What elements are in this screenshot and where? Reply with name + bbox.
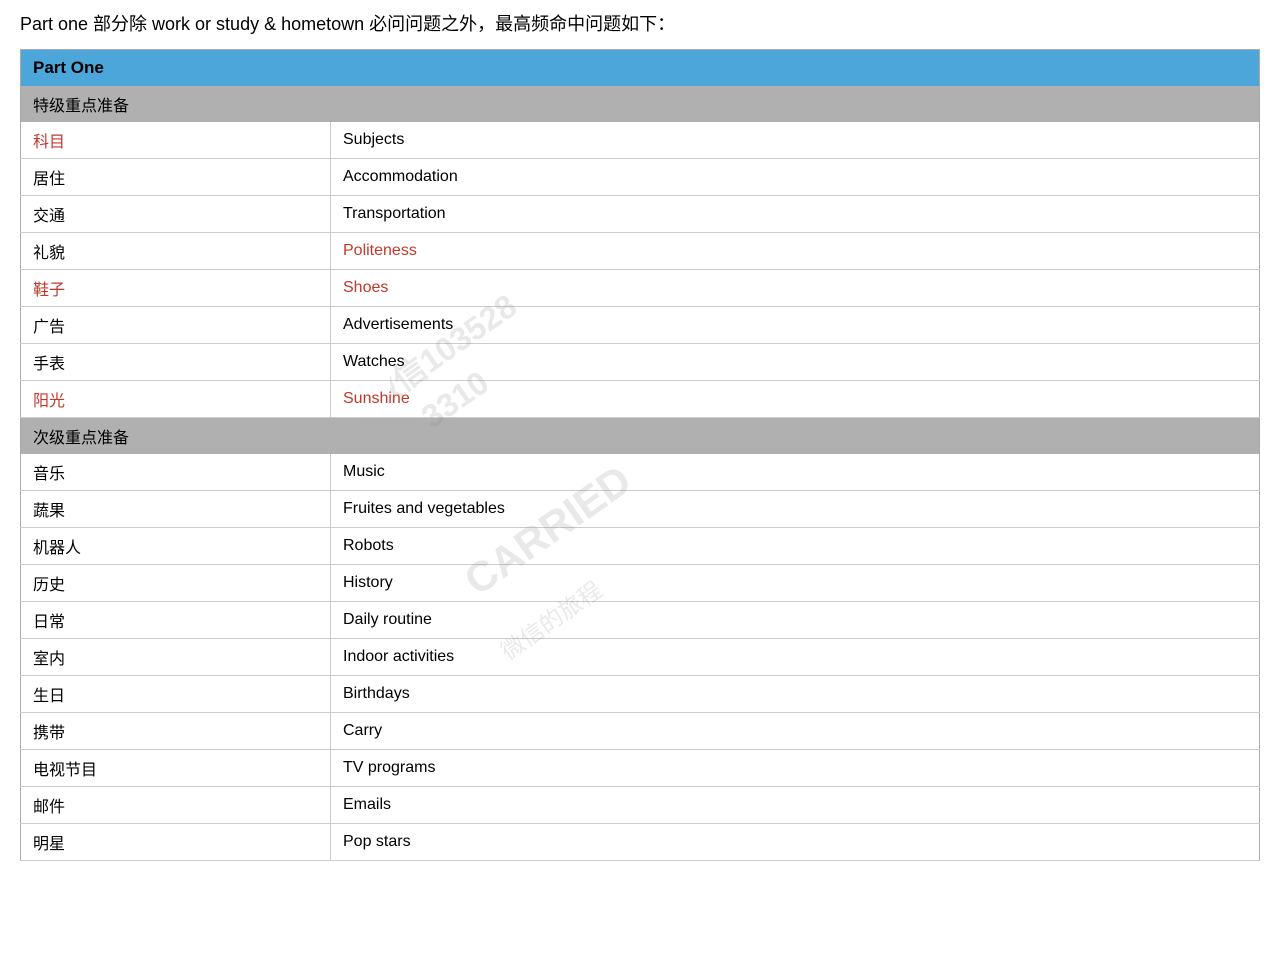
table-row: 携带Carry: [21, 712, 1260, 749]
table-header-row: Part One: [21, 49, 1260, 86]
chinese-cell-1-5: 室内: [21, 638, 331, 675]
chinese-cell-0-5: 广告: [21, 306, 331, 343]
table-row: 鞋子Shoes: [21, 269, 1260, 306]
chinese-cell-1-2: 机器人: [21, 527, 331, 564]
chinese-cell-0-3: 礼貌: [21, 232, 331, 269]
table-row: 邮件Emails: [21, 786, 1260, 823]
table-row: 历史History: [21, 564, 1260, 601]
english-cell-1-2: Robots: [331, 527, 1260, 564]
table-row: 电视节目TV programs: [21, 749, 1260, 786]
english-cell-0-0: Subjects: [331, 122, 1260, 159]
table-row: 手表Watches: [21, 343, 1260, 380]
chinese-cell-0-1: 居住: [21, 158, 331, 195]
english-cell-1-9: Emails: [331, 786, 1260, 823]
table-row: 礼貌Politeness: [21, 232, 1260, 269]
english-cell-1-8: TV programs: [331, 749, 1260, 786]
english-cell-0-1: Accommodation: [331, 158, 1260, 195]
english-cell-1-3: History: [331, 564, 1260, 601]
english-cell-1-0: Music: [331, 454, 1260, 491]
table-row: 蔬果Fruites and vegetables: [21, 490, 1260, 527]
english-cell-0-4: Shoes: [331, 269, 1260, 306]
english-cell-1-4: Daily routine: [331, 601, 1260, 638]
chinese-cell-1-3: 历史: [21, 564, 331, 601]
chinese-cell-1-7: 携带: [21, 712, 331, 749]
main-table: Part One特级重点准备科目Subjects居住Accommodation交…: [20, 49, 1260, 861]
chinese-cell-1-10: 明星: [21, 823, 331, 860]
table-row: 科目Subjects: [21, 122, 1260, 159]
section-row-0: 特级重点准备: [21, 86, 1260, 122]
english-cell-0-2: Transportation: [331, 195, 1260, 232]
english-cell-0-3: Politeness: [331, 232, 1260, 269]
english-cell-0-6: Watches: [331, 343, 1260, 380]
table-row: 广告Advertisements: [21, 306, 1260, 343]
table-row: 机器人Robots: [21, 527, 1260, 564]
english-cell-0-7: Sunshine: [331, 380, 1260, 417]
part-one-header: Part One: [21, 49, 1260, 86]
chinese-cell-0-6: 手表: [21, 343, 331, 380]
chinese-cell-0-4: 鞋子: [21, 269, 331, 306]
table-row: 居住Accommodation: [21, 158, 1260, 195]
chinese-cell-1-1: 蔬果: [21, 490, 331, 527]
section-row-1: 次级重点准备: [21, 417, 1260, 454]
chinese-cell-1-6: 生日: [21, 675, 331, 712]
section-title-0: 特级重点准备: [21, 86, 1260, 122]
table-row: 室内Indoor activities: [21, 638, 1260, 675]
chinese-cell-1-8: 电视节目: [21, 749, 331, 786]
chinese-cell-0-2: 交通: [21, 195, 331, 232]
chinese-cell-1-4: 日常: [21, 601, 331, 638]
english-cell-1-6: Birthdays: [331, 675, 1260, 712]
chinese-cell-1-9: 邮件: [21, 786, 331, 823]
chinese-cell-0-0: 科目: [21, 122, 331, 159]
english-cell-1-1: Fruites and vegetables: [331, 490, 1260, 527]
table-row: 明星Pop stars: [21, 823, 1260, 860]
english-cell-1-10: Pop stars: [331, 823, 1260, 860]
table-row: 生日Birthdays: [21, 675, 1260, 712]
chinese-cell-0-7: 阳光: [21, 380, 331, 417]
table-row: 日常Daily routine: [21, 601, 1260, 638]
table-row: 交通Transportation: [21, 195, 1260, 232]
english-cell-1-7: Carry: [331, 712, 1260, 749]
table-row: 阳光Sunshine: [21, 380, 1260, 417]
chinese-cell-1-0: 音乐: [21, 454, 331, 491]
section-title-1: 次级重点准备: [21, 417, 1260, 454]
table-row: 音乐Music: [21, 454, 1260, 491]
english-cell-1-5: Indoor activities: [331, 638, 1260, 675]
header-text: Part one 部分除 work or study & hometown 必问…: [20, 10, 1260, 39]
english-cell-0-5: Advertisements: [331, 306, 1260, 343]
